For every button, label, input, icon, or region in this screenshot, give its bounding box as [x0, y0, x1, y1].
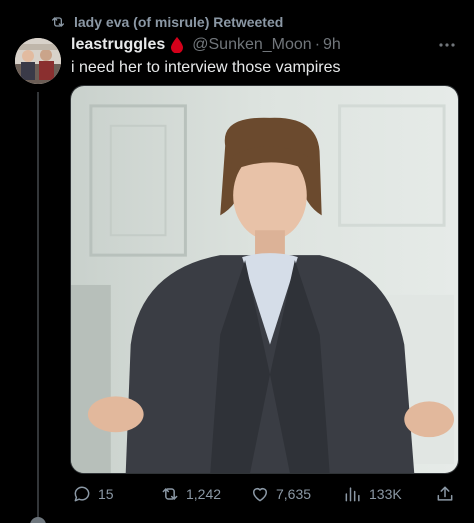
reply-count: 15	[98, 486, 114, 502]
retweet-button[interactable]: 1,242	[160, 482, 221, 506]
tweet-text: i need her to interview those vampires	[71, 59, 341, 76]
retweet-context[interactable]: lady eva (of misrule) Retweeted	[50, 12, 283, 32]
retweet-count: 1,242	[186, 486, 222, 502]
display-name[interactable]: leastruggles	[71, 36, 165, 54]
heart-icon	[253, 488, 267, 502]
tweet-actions: 15 1,242 7,635 133K	[70, 482, 462, 506]
tweet-timestamp[interactable]: 9h	[323, 36, 341, 54]
more-icon	[439, 43, 455, 47]
like-button[interactable]: 7,635	[250, 482, 311, 506]
thread-line	[37, 92, 39, 523]
retweet-context-text: lady eva (of misrule) Retweeted	[74, 14, 284, 30]
views-count: 133K	[369, 486, 402, 502]
retweet-icon	[162, 488, 178, 500]
thread-next-avatar[interactable]	[30, 517, 46, 523]
share-icon	[437, 486, 453, 501]
avatar[interactable]	[15, 38, 61, 84]
meta-separator: ·	[314, 36, 321, 53]
more-options-button[interactable]	[436, 36, 458, 54]
share-button[interactable]	[435, 482, 455, 506]
tweet-media-image[interactable]	[70, 85, 459, 474]
like-count: 7,635	[276, 486, 312, 502]
tweet-header: leastruggles @Sunken_Moon · 9h	[71, 34, 341, 56]
user-handle[interactable]: @Sunken_Moon	[192, 36, 311, 54]
views-icon	[345, 487, 360, 502]
views-button[interactable]: 133K	[343, 482, 402, 506]
retweet-icon	[52, 17, 64, 27]
blood-drop-icon	[171, 37, 184, 53]
reply-button[interactable]: 15	[72, 482, 114, 506]
reply-icon	[74, 486, 90, 502]
